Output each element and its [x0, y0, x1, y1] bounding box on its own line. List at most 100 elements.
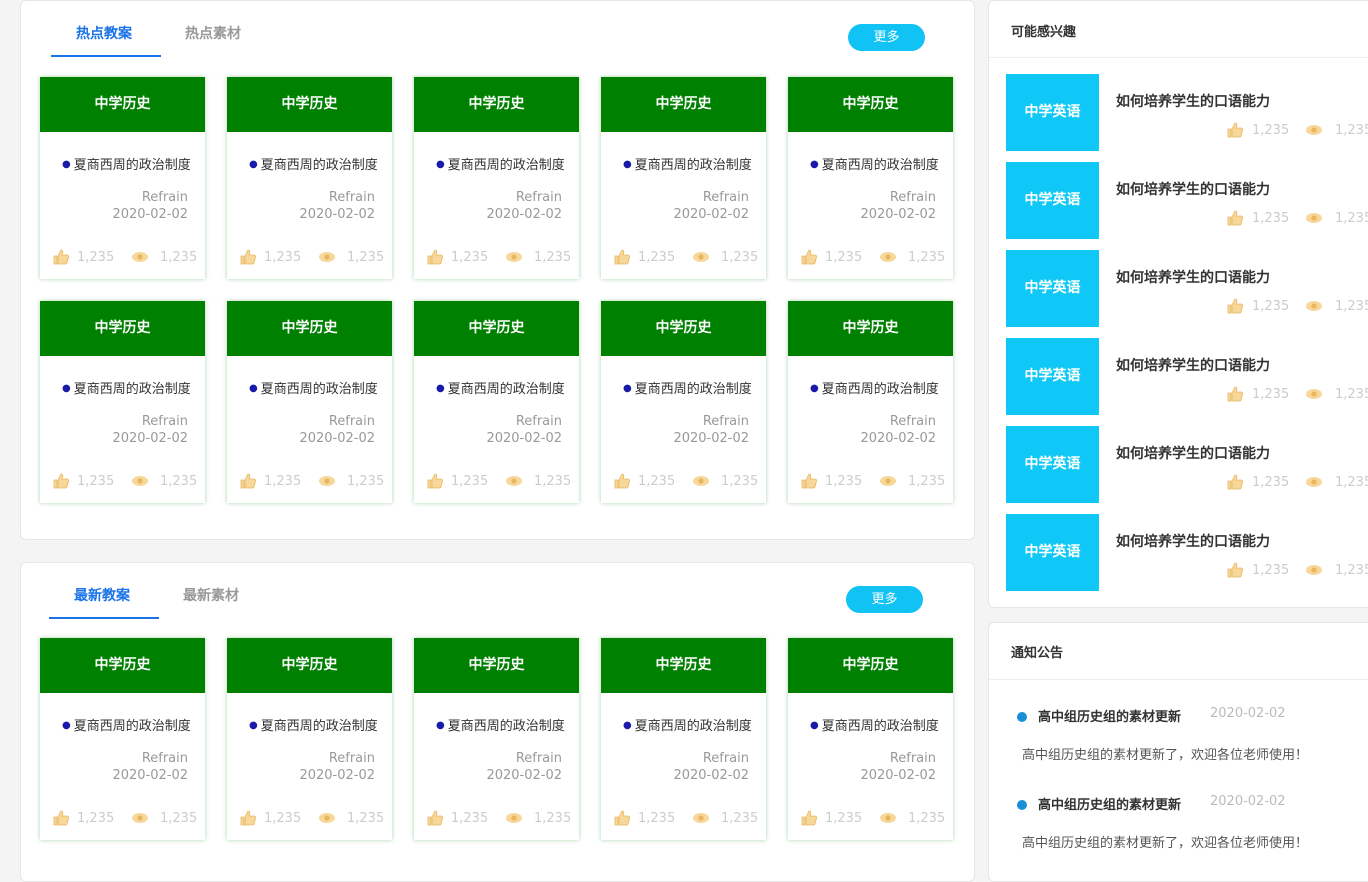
thumbs-up-icon[interactable]: [1226, 474, 1244, 490]
card-title[interactable]: ● 夏商西周的政治制度: [623, 715, 752, 734]
lesson-card[interactable]: 中学历史 ● 夏商西周的政治制度 Refrain 2020-02-02 1,235 1,23…: [227, 638, 392, 840]
view-count: 1,235: [721, 250, 759, 265]
thumbs-up-icon[interactable]: [426, 810, 444, 826]
recommend-thumbnail[interactable]: 中学英语: [1006, 74, 1099, 151]
lesson-card[interactable]: 中学历史 ● 夏商西周的政治制度 Refrain 2020-02-02 1,235 1,23…: [414, 77, 579, 279]
thumbs-up-icon[interactable]: [239, 473, 257, 489]
like-count: 1,235: [1252, 299, 1290, 314]
recommend-title[interactable]: 如何培养学生的口语能力: [1116, 267, 1270, 287]
new-more-button[interactable]: 更多: [846, 586, 923, 613]
recommend-title[interactable]: 如何培养学生的口语能力: [1116, 355, 1270, 375]
thumbs-up-icon[interactable]: [613, 249, 631, 265]
card-stats: 1,235 1,235: [426, 473, 576, 491]
thumbs-up-icon[interactable]: [1226, 298, 1244, 314]
eye-icon: [1305, 122, 1323, 138]
notice-item-title[interactable]: 高中组历史组的素材更新: [1038, 794, 1181, 813]
lesson-card[interactable]: 中学历史 ● 夏商西周的政治制度 Refrain 2020-02-02 1,235 1,23…: [601, 638, 766, 840]
thumbs-up-icon[interactable]: [52, 810, 70, 826]
card-subject: 中学历史: [788, 77, 953, 132]
thumbs-up-icon[interactable]: [52, 249, 70, 265]
thumbs-up-icon[interactable]: [426, 473, 444, 489]
tab-hot-lessons[interactable]: 热点教案: [76, 23, 132, 43]
view-count: 1,235: [1335, 387, 1368, 402]
card-title[interactable]: ● 夏商西周的政治制度: [249, 378, 378, 397]
card-title[interactable]: ● 夏商西周的政治制度: [436, 378, 565, 397]
card-title[interactable]: ● 夏商西周的政治制度: [810, 154, 939, 173]
lesson-card[interactable]: 中学历史 ● 夏商西周的政治制度 Refrain 2020-02-02 1,235 1,23…: [40, 301, 205, 503]
thumbs-up-icon[interactable]: [239, 810, 257, 826]
recommend-item[interactable]: 中学英语如何培养学生的口语能力 1,235 1,235: [1006, 250, 1368, 328]
card-title[interactable]: ● 夏商西周的政治制度: [62, 378, 191, 397]
lesson-card[interactable]: 中学历史 ● 夏商西周的政治制度 Refrain 2020-02-02 1,235 1,23…: [788, 301, 953, 503]
card-title[interactable]: ● 夏商西周的政治制度: [623, 378, 752, 397]
card-title[interactable]: ● 夏商西周的政治制度: [436, 154, 565, 173]
view-count: 1,235: [347, 811, 385, 826]
lesson-card[interactable]: 中学历史 ● 夏商西周的政治制度 Refrain 2020-02-02 1,235 1,23…: [601, 301, 766, 503]
card-title[interactable]: ● 夏商西周的政治制度: [810, 378, 939, 397]
card-title[interactable]: ● 夏商西周的政治制度: [436, 715, 565, 734]
card-subject: 中学历史: [40, 77, 205, 132]
thumbs-up-icon[interactable]: [613, 473, 631, 489]
recommend-item[interactable]: 中学英语如何培养学生的口语能力 1,235 1,235: [1006, 162, 1368, 240]
lesson-card[interactable]: 中学历史 ● 夏商西周的政治制度 Refrain 2020-02-02 1,235 1,23…: [788, 77, 953, 279]
tab-new-lessons[interactable]: 最新教案: [74, 585, 130, 605]
lesson-card[interactable]: 中学历史 ● 夏商西周的政治制度 Refrain 2020-02-02 1,235 1,23…: [227, 301, 392, 503]
card-title[interactable]: ● 夏商西周的政治制度: [810, 715, 939, 734]
eye-icon: [879, 473, 897, 489]
card-title[interactable]: ● 夏商西周的政治制度: [249, 154, 378, 173]
lesson-card[interactable]: 中学历史 ● 夏商西周的政治制度 Refrain 2020-02-02 1,235 1,23…: [601, 77, 766, 279]
recommend-title[interactable]: 如何培养学生的口语能力: [1116, 91, 1270, 111]
recommend-thumbnail[interactable]: 中学英语: [1006, 162, 1099, 239]
card-date: 2020-02-02: [112, 431, 188, 446]
thumbs-up-icon[interactable]: [52, 473, 70, 489]
lesson-card[interactable]: 中学历史 ● 夏商西周的政治制度 Refrain 2020-02-02 1,235 1,23…: [414, 301, 579, 503]
recommend-item[interactable]: 中学英语如何培养学生的口语能力 1,235 1,235: [1006, 426, 1368, 504]
thumbs-up-icon[interactable]: [800, 249, 818, 265]
card-title[interactable]: ● 夏商西周的政治制度: [62, 715, 191, 734]
lesson-card[interactable]: 中学历史 ● 夏商西周的政治制度 Refrain 2020-02-02 1,235 1,23…: [227, 77, 392, 279]
recommend-thumbnail[interactable]: 中学英语: [1006, 514, 1099, 591]
thumbs-up-icon[interactable]: [1226, 122, 1244, 138]
card-author: Refrain: [141, 190, 188, 205]
recommend-item[interactable]: 中学英语如何培养学生的口语能力 1,235 1,235: [1006, 74, 1368, 152]
thumbs-up-icon[interactable]: [800, 810, 818, 826]
lesson-card[interactable]: 中学历史 ● 夏商西周的政治制度 Refrain 2020-02-02 1,235 1,23…: [40, 77, 205, 279]
view-count: 1,235: [534, 250, 572, 265]
hot-more-button[interactable]: 更多: [848, 24, 925, 51]
like-count: 1,235: [264, 474, 302, 489]
view-count: 1,235: [347, 250, 385, 265]
eye-icon: [879, 810, 897, 826]
card-title-text: 夏商西周的政治制度: [73, 382, 191, 397]
recommend-item[interactable]: 中学英语如何培养学生的口语能力 1,235 1,235: [1006, 338, 1368, 416]
recommend-thumbnail[interactable]: 中学英语: [1006, 250, 1099, 327]
thumbs-up-icon[interactable]: [613, 810, 631, 826]
lesson-card[interactable]: 中学历史 ● 夏商西周的政治制度 Refrain 2020-02-02 1,235 1,23…: [414, 638, 579, 840]
card-stats: 1,235 1,235: [426, 810, 576, 828]
lesson-card[interactable]: 中学历史 ● 夏商西周的政治制度 Refrain 2020-02-02 1,235 1,23…: [40, 638, 205, 840]
lesson-card[interactable]: 中学历史 ● 夏商西周的政治制度 Refrain 2020-02-02 1,235 1,23…: [788, 638, 953, 840]
notice-item-title[interactable]: 高中组历史组的素材更新: [1038, 706, 1181, 725]
card-title[interactable]: ● 夏商西周的政治制度: [62, 154, 191, 173]
recommend-title[interactable]: 如何培养学生的口语能力: [1116, 531, 1270, 551]
card-title[interactable]: ● 夏商西周的政治制度: [623, 154, 752, 173]
card-date: 2020-02-02: [860, 431, 936, 446]
recommend-title[interactable]: 如何培养学生的口语能力: [1116, 443, 1270, 463]
tab-new-materials[interactable]: 最新素材: [183, 585, 239, 605]
tab-hot-materials[interactable]: 热点素材: [185, 23, 241, 43]
thumbs-up-icon[interactable]: [1226, 562, 1244, 578]
thumbs-up-icon[interactable]: [239, 249, 257, 265]
recommend-stats: 1,235 1,235: [1226, 210, 1368, 228]
like-count: 1,235: [451, 811, 489, 826]
thumbs-up-icon[interactable]: [426, 249, 444, 265]
eye-icon: [505, 249, 523, 265]
recommend-title[interactable]: 如何培养学生的口语能力: [1116, 179, 1270, 199]
recommend-item[interactable]: 中学英语如何培养学生的口语能力 1,235 1,235: [1006, 514, 1368, 592]
recommend-thumbnail[interactable]: 中学英语: [1006, 426, 1099, 503]
thumbs-up-icon[interactable]: [1226, 386, 1244, 402]
view-count: 1,235: [721, 811, 759, 826]
thumbs-up-icon[interactable]: [1226, 210, 1244, 226]
notice-title: 通知公告: [1011, 646, 1064, 661]
recommend-thumbnail[interactable]: 中学英语: [1006, 338, 1099, 415]
thumbs-up-icon[interactable]: [800, 473, 818, 489]
card-title[interactable]: ● 夏商西周的政治制度: [249, 715, 378, 734]
